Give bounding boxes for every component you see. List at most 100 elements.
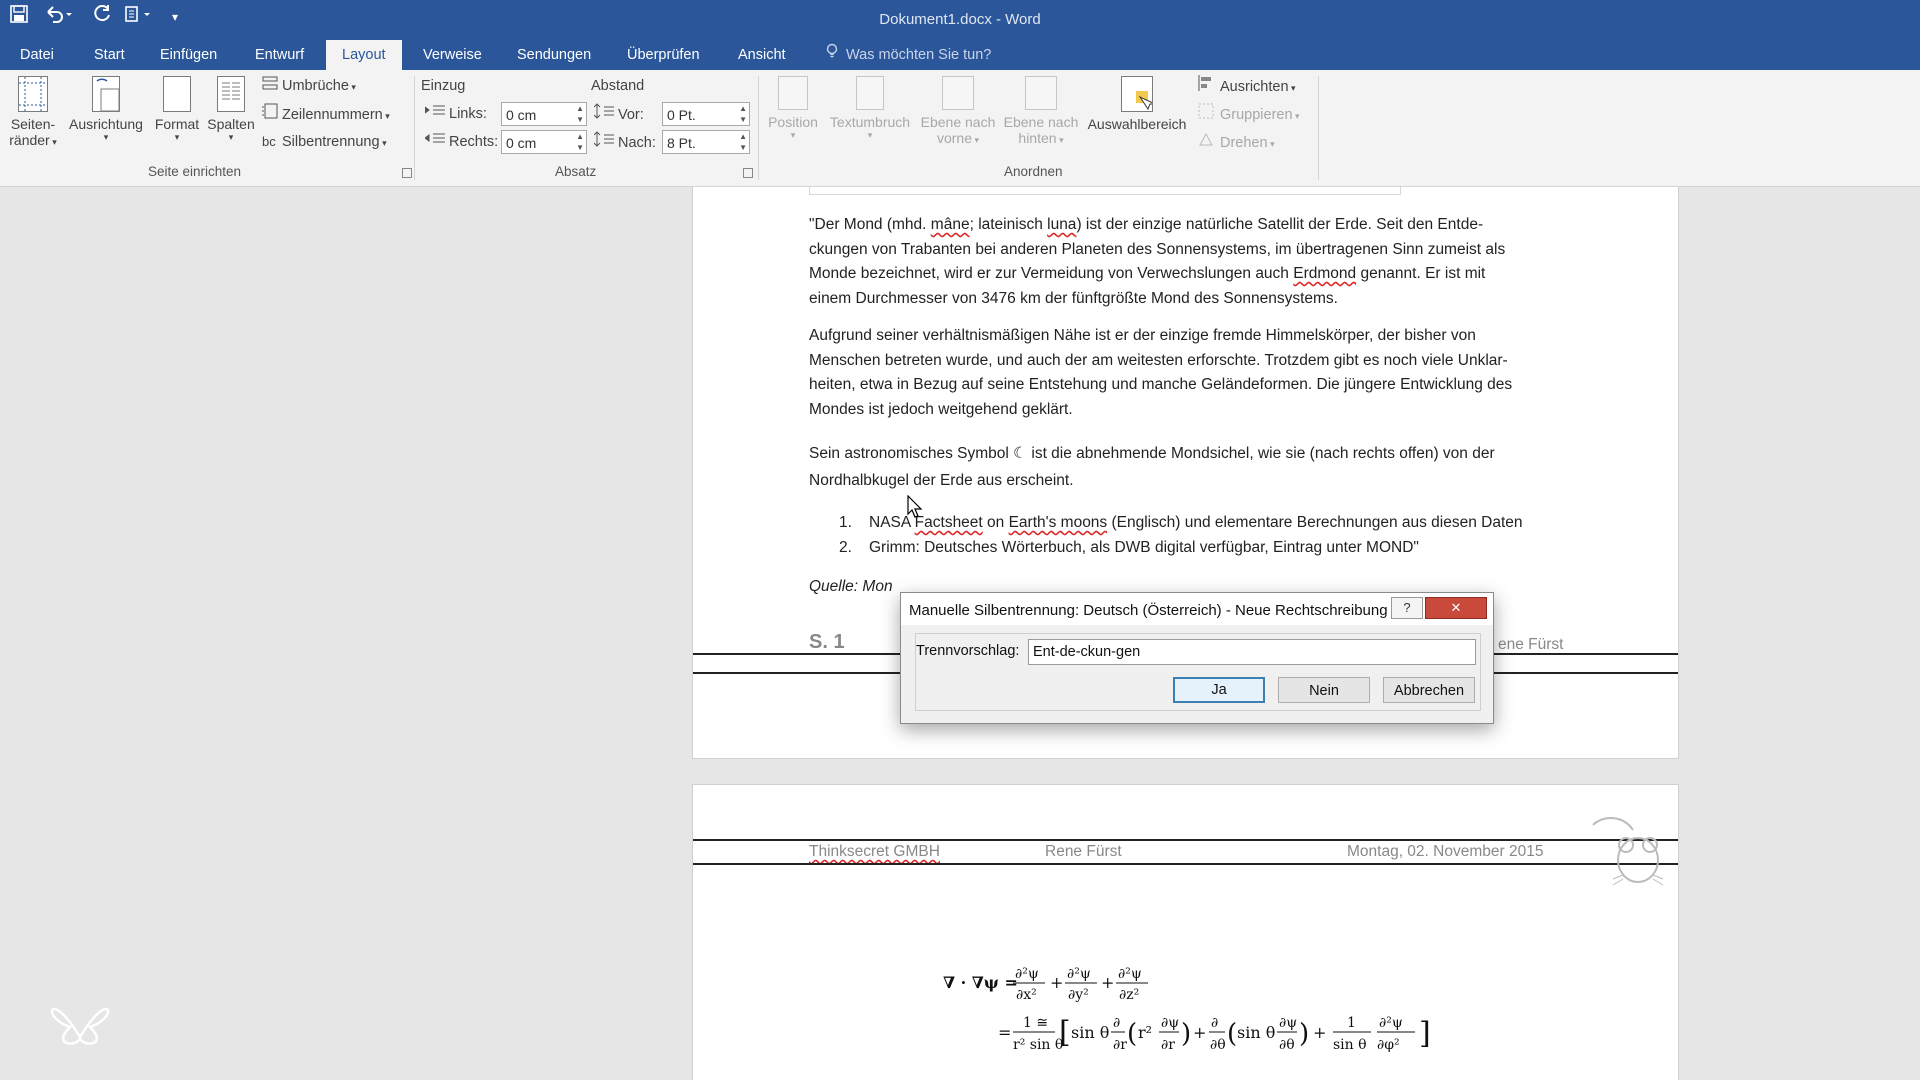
header-line-bottom	[693, 863, 1678, 865]
selection-pane-icon	[1121, 76, 1156, 112]
help-button[interactable]: ?	[1391, 597, 1423, 619]
absatz-launcher-icon[interactable]	[743, 168, 753, 178]
text-box-edge	[809, 187, 1401, 195]
group-icon	[1198, 103, 1220, 126]
list-item: 1. NASA Factsheet on Earth's moons (Engli…	[839, 514, 1523, 531]
svg-text:]: ]	[1419, 1016, 1431, 1051]
svg-text:): )	[1299, 1019, 1309, 1049]
spacing-after-icon	[593, 131, 618, 154]
lightbulb-icon	[826, 40, 842, 70]
reference-list[interactable]: 1. NASA Factsheet on Earth's moons (Engli…	[809, 511, 1569, 560]
drehen-button[interactable]: Drehen ▾	[1198, 131, 1275, 153]
ribbon-layout: Seiten- ränder ▾ Ausrichtung ▾ Format ▾ …	[0, 70, 1920, 187]
spacing-before-input[interactable]: 0 Pt. ▲ ▼	[662, 102, 750, 126]
close-icon[interactable]: ✕	[1425, 597, 1487, 619]
margins-icon	[18, 76, 48, 112]
bring-forward-icon	[942, 76, 974, 110]
cancel-button[interactable]: Abbrechen	[1383, 677, 1475, 703]
header-line-top	[693, 839, 1678, 841]
rotate-icon	[1198, 131, 1220, 154]
spacing-before-row: Vor:	[593, 103, 644, 126]
spacing-before-value: 0 Pt.	[667, 107, 696, 123]
textumbruch-button[interactable]: Textumbruch ▾	[824, 76, 916, 141]
svg-text:∂θ: ∂θ	[1279, 1037, 1295, 1053]
tab-layout[interactable]: Layout	[326, 40, 402, 70]
tab-datei[interactable]: Datei	[4, 40, 70, 70]
header-company: Thinksecret GMBH	[809, 843, 940, 860]
ebene-nach-vorne-button[interactable]: Ebene nach vorne ▾	[916, 76, 1000, 146]
indent-left-input[interactable]: 0 cm ▲ ▼	[501, 102, 587, 126]
trennvorschlag-input[interactable]: Ent-de-ckun-gen	[1028, 639, 1476, 665]
line-numbers-icon	[262, 103, 282, 126]
zeilennummern-button[interactable]: Zeilennummern ▾	[262, 103, 390, 125]
group-label-seite-einrichten: Seite einrichten	[148, 164, 242, 179]
tab-entwurf[interactable]: Entwurf	[239, 40, 320, 70]
ebene-hinten-label-1: Ebene nach	[1003, 114, 1079, 130]
svg-text:∂x²: ∂x²	[1016, 987, 1037, 1003]
tell-me-search[interactable]: Was möchten Sie tun?	[826, 40, 991, 70]
spacing-before-icon	[593, 103, 618, 126]
nach-label: Nach:	[618, 135, 656, 151]
ausrichten-button[interactable]: Ausrichten ▾	[1198, 75, 1296, 97]
seite-einrichten-launcher-icon[interactable]	[402, 168, 412, 178]
page-2[interactable]: Thinksecret GMBH Rene Fürst Montag, 02. …	[692, 784, 1679, 1080]
spinner-arrows-icon[interactable]: ▲ ▼	[739, 103, 747, 125]
auswahlbereich-button[interactable]: Auswahlbereich	[1082, 76, 1192, 132]
hyphenation-icon: bc	[262, 134, 276, 149]
position-button[interactable]: Position ▾	[762, 76, 824, 141]
paragraph-2[interactable]: Aufgrund seiner verhältnismäßigen Nähe i…	[809, 324, 1569, 422]
ebene-nach-hinten-button[interactable]: Ebene nach hinten ▾	[1000, 76, 1082, 146]
mouse-logo-icon	[1583, 805, 1673, 900]
header-date: Montag, 02. November 2015	[1347, 843, 1544, 860]
page-number: S. 1	[809, 631, 845, 653]
auswahlbereich-label: Auswahlbereich	[1087, 116, 1187, 132]
indent-right-value: 0 cm	[506, 135, 537, 151]
seitenraender-label-2: ränder	[9, 132, 50, 148]
paragraph-3[interactable]: Sein astronomisches Symbol ☾ ist die abn…	[809, 440, 1569, 494]
spacing-after-value: 8 Pt.	[667, 135, 696, 151]
seitenraender-button[interactable]: Seiten- ränder ▾	[6, 76, 60, 148]
spinner-arrows-icon[interactable]: ▲ ▼	[576, 131, 584, 153]
vor-label: Vor:	[618, 107, 644, 123]
indent-right-input[interactable]: 0 cm ▲ ▼	[501, 130, 587, 154]
indent-right-icon	[424, 131, 449, 153]
tab-start[interactable]: Start	[78, 40, 141, 70]
tab-sendungen[interactable]: Sendungen	[501, 40, 607, 70]
formula-laplace[interactable]: ∇ · ∇ψ = ∂²ψ ∂x² + ∂²ψ ∂y² + ∂²ψ ∂z² = 1 ≅ r…	[943, 960, 1343, 1065]
butterfly-logo-icon	[40, 977, 120, 1052]
spalten-label: Spalten	[207, 116, 255, 132]
abstand-heading: Abstand	[591, 78, 645, 94]
svg-text:∂: ∂	[1113, 1015, 1120, 1031]
svg-text:∂²ψ: ∂²ψ	[1015, 966, 1039, 982]
svg-text:(: (	[1227, 1019, 1237, 1049]
ausrichtung-button[interactable]: Ausrichtung ▾	[64, 76, 148, 143]
footer-author: ene Fürst	[1498, 636, 1564, 653]
umbrueche-label: Umbrüche	[282, 78, 349, 94]
tab-ueberpruefen[interactable]: Überprüfen	[611, 40, 716, 70]
hyphenation-dialog[interactable]: Manuelle Silbentrennung: Deutsch (Österr…	[900, 592, 1494, 724]
spinner-arrows-icon[interactable]: ▲ ▼	[739, 131, 747, 153]
paragraph-1[interactable]: "Der Mond (mhd. mâne; lateinisch luna) i…	[809, 213, 1569, 311]
indent-left-value: 0 cm	[506, 107, 537, 123]
list-item: 2. Grimm: Deutsches Wörterbuch, als DWB d…	[839, 538, 1419, 556]
svg-text:+: +	[1101, 973, 1114, 992]
textumbruch-label: Textumbruch	[829, 114, 911, 130]
svg-text:r² sin θ: r² sin θ	[1013, 1037, 1063, 1053]
spinner-arrows-icon[interactable]: ▲ ▼	[576, 103, 584, 125]
tab-verweise[interactable]: Verweise	[407, 40, 498, 70]
indent-right-row: Rechts:	[424, 131, 498, 153]
gruppieren-button[interactable]: Gruppieren ▾	[1198, 103, 1300, 125]
spalten-button[interactable]: Spalten ▾	[204, 76, 258, 143]
spacing-after-input[interactable]: 8 Pt. ▲ ▼	[662, 130, 750, 154]
silbentrennung-button[interactable]: bc Silbentrennung ▾	[262, 131, 387, 153]
spacing-after-row: Nach:	[593, 131, 656, 154]
svg-text:∂ψ: ∂ψ	[1279, 1015, 1297, 1031]
umbrueche-button[interactable]: Umbrüche ▾	[262, 75, 356, 97]
tab-einfuegen[interactable]: Einfügen	[144, 40, 233, 70]
yes-button[interactable]: Ja	[1173, 677, 1265, 703]
trennvorschlag-label: Trennvorschlag:	[916, 643, 1020, 659]
no-button[interactable]: Nein	[1278, 677, 1370, 703]
format-button[interactable]: Format ▾	[150, 76, 204, 143]
svg-text:r²: r²	[1138, 1023, 1152, 1042]
tab-ansicht[interactable]: Ansicht	[722, 40, 802, 70]
